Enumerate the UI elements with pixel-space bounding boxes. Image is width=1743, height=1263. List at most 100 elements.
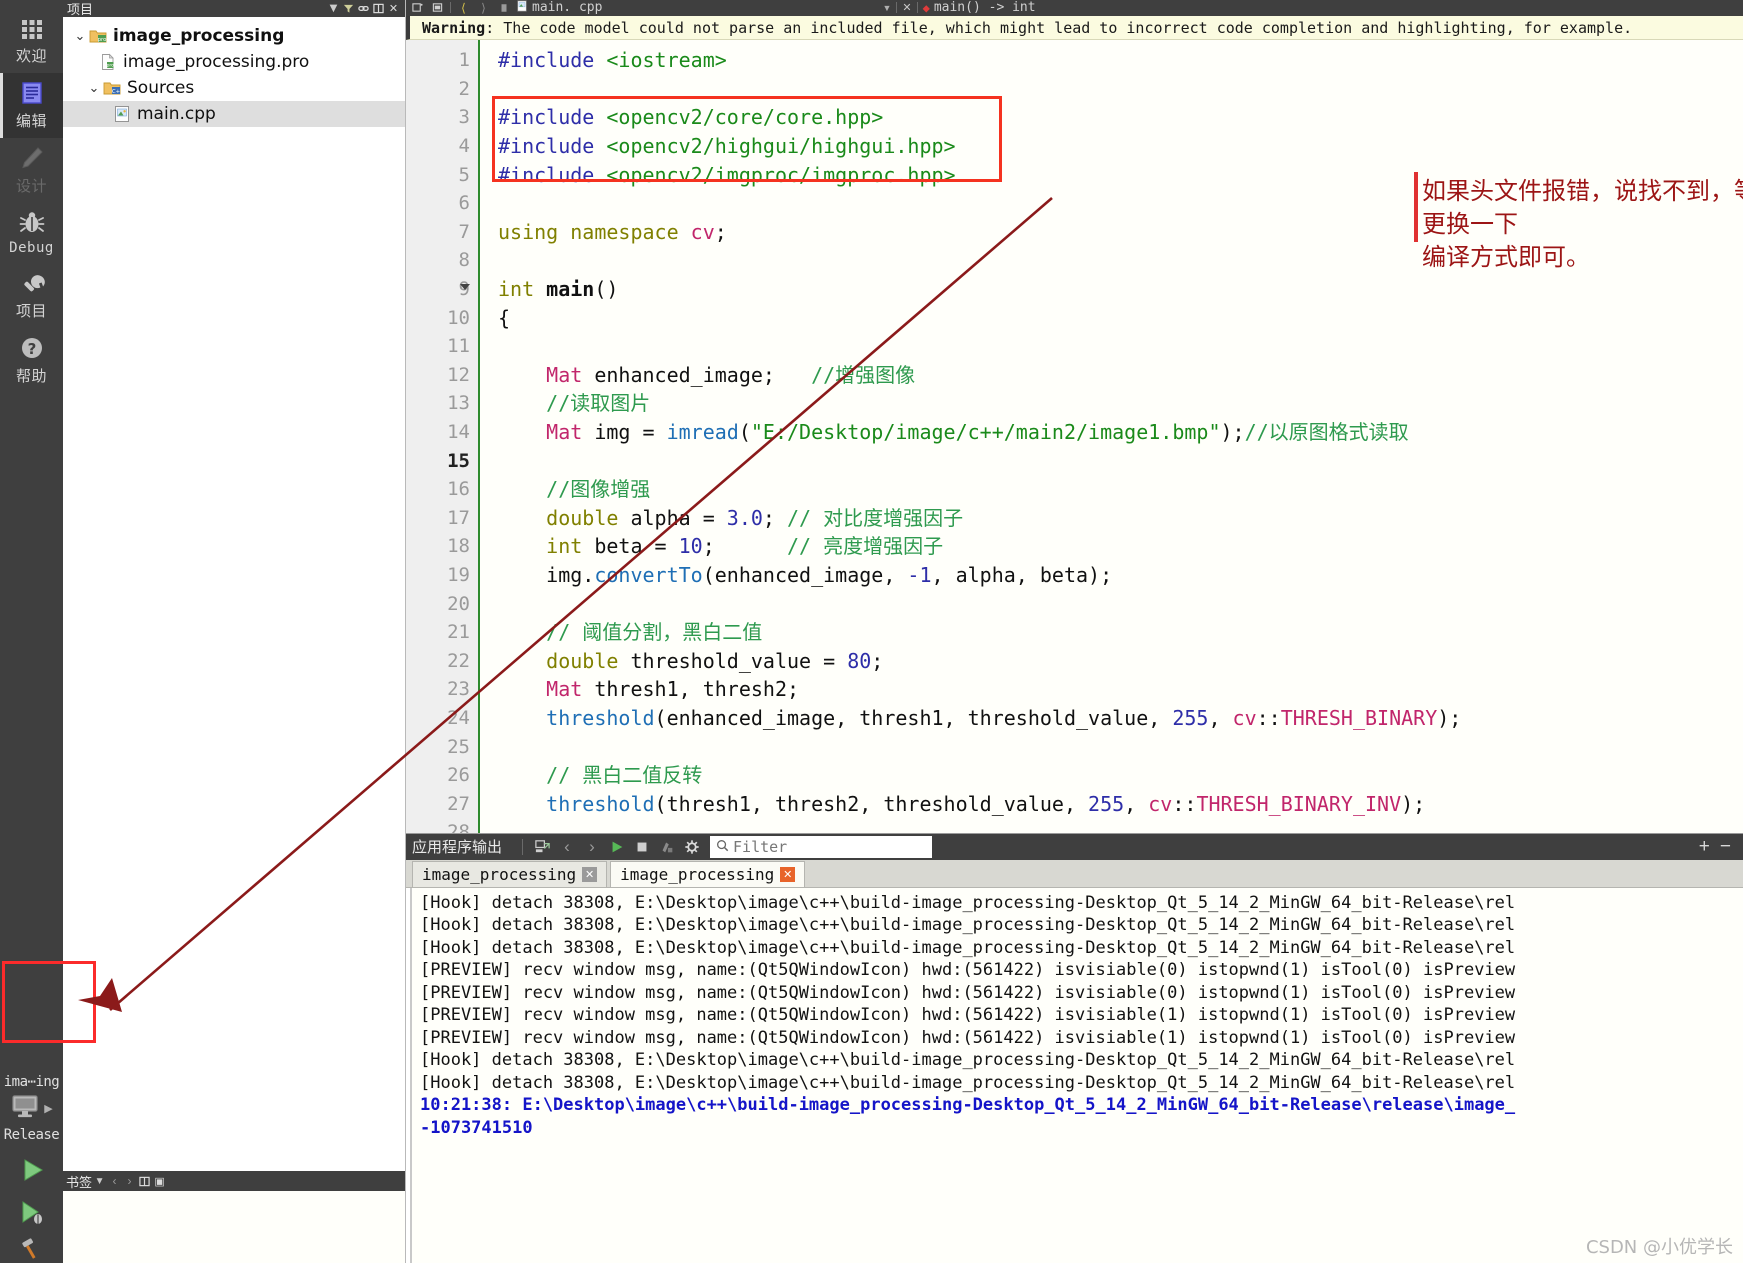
chevron-down-icon[interactable]: ⌄ xyxy=(85,80,103,96)
output-header-separator xyxy=(522,838,524,855)
output-log[interactable]: [Hook] detach 38308, E:\Desktop\image\c+… xyxy=(406,887,1743,1263)
chevron-down-icon[interactable]: ▼ xyxy=(326,2,341,16)
close-icon[interactable]: ✕ xyxy=(582,866,598,882)
filter-input[interactable]: Filter xyxy=(710,835,933,858)
sidebar-item-design[interactable]: 设计 xyxy=(0,138,63,203)
output-log-link[interactable]: 10:21:38: E:\Desktop\image\c++\build-ima… xyxy=(412,1094,1743,1117)
output-tab[interactable]: image_processing ✕ xyxy=(412,860,608,887)
tree-label-sources: Sources xyxy=(127,78,195,98)
sidebar-label-design: 设计 xyxy=(15,177,47,195)
bookmarks-pane-header: 书签 ▼ ‹ › ▣ xyxy=(63,1171,405,1191)
mode-selector-bar: 欢迎 编辑 设计 Debug 项目 ? 帮助 ima⋯ing ▶ Release xyxy=(0,0,96,1263)
zoom-in-button[interactable]: + xyxy=(1699,836,1710,858)
code-token: :: xyxy=(1256,705,1281,730)
back-arrow-icon[interactable]: ⟨ xyxy=(456,1,471,15)
code-token: // 亮度增强因子 xyxy=(787,534,944,559)
bug-icon xyxy=(18,209,46,237)
project-folder-icon: pro xyxy=(89,27,107,45)
cpp-file-icon xyxy=(113,105,131,123)
close-file-icon[interactable]: ✕ xyxy=(902,1,911,14)
forward-arrow-icon[interactable]: ⟩ xyxy=(476,1,491,15)
line-number: 19 xyxy=(447,563,470,586)
toolbar-separator xyxy=(450,2,451,14)
chevron-down-icon[interactable]: ▼ xyxy=(882,3,891,13)
code-line: using namespace cv; xyxy=(498,218,1743,247)
run-icon[interactable] xyxy=(606,837,628,857)
code-token: ; xyxy=(702,534,788,559)
toolbar-separator-3 xyxy=(916,2,918,14)
history-icon[interactable] xyxy=(496,1,511,15)
code-token: main xyxy=(546,277,595,302)
link-icon[interactable] xyxy=(356,2,371,16)
split-editor-icon[interactable] xyxy=(410,1,425,15)
code-token: THRESH_BINARY_INV xyxy=(1196,791,1402,816)
search-icon xyxy=(716,838,729,856)
next-icon[interactable]: › xyxy=(581,837,603,857)
clean-icon[interactable] xyxy=(656,837,678,857)
attach-debugger-icon[interactable] xyxy=(531,837,553,857)
output-tab[interactable]: image_processing ✕ xyxy=(610,860,806,887)
line-number: 23 xyxy=(447,678,470,701)
line-number: 14 xyxy=(447,421,470,444)
output-tab-label: image_processing xyxy=(620,864,775,884)
zoom-out-button[interactable]: − xyxy=(1720,836,1731,858)
gear-icon[interactable] xyxy=(681,837,703,857)
line-number: 10 xyxy=(447,306,470,329)
document-icon xyxy=(18,79,46,107)
start-debugging-button[interactable] xyxy=(0,1191,63,1233)
project-pane-header: 项目 ▼ ✕ xyxy=(63,0,405,17)
code-line: threshold(thresh1, thresh2, threshold_va… xyxy=(498,790,1743,819)
watermark: CSDN @小优学长 xyxy=(1585,1237,1733,1258)
run-button[interactable] xyxy=(0,1149,63,1191)
tree-item-project[interactable]: ⌄ pro image_processing xyxy=(63,23,405,49)
output-tab-bar: image_processing ✕ image_processing ✕ xyxy=(406,859,1743,888)
tree-item-main-cpp[interactable]: main.cpp xyxy=(63,101,405,127)
split-pane-icon[interactable] xyxy=(371,2,386,16)
code-line: int beta = 10; // 亮度增强因子 xyxy=(498,532,1743,561)
open-file-indicator[interactable]: main. cpp xyxy=(516,0,602,16)
code-token: //以原图格式读取 xyxy=(1244,420,1409,445)
stop-icon[interactable] xyxy=(631,837,653,857)
output-log-link[interactable]: -1073741510 xyxy=(412,1117,1743,1140)
code-text-area[interactable]: #include <iostream> #include <opencv2/co… xyxy=(480,40,1743,833)
sidebar-item-debug[interactable]: Debug xyxy=(0,203,63,263)
code-line: threshold(enhanced_image, thresh1, thres… xyxy=(498,704,1743,733)
prev-bookmark-icon[interactable]: ‹ xyxy=(107,1174,122,1188)
code-line: // 黑白二值反转 xyxy=(498,761,1743,790)
close-split-icon[interactable] xyxy=(430,1,445,15)
code-editor[interactable]: 1 2 3 4 5 6 7 8 9 10 11 12 13 14 15 16 17 18 19 20 21 22 23 24 2… xyxy=(406,40,1743,833)
sidebar-item-help[interactable]: ? 帮助 xyxy=(0,328,63,393)
symbol-selector[interactable]: ◆ main() -> int xyxy=(923,0,1036,15)
code-line: #include <iostream> xyxy=(498,46,1743,75)
editor-toolbar: ⟨ ⟩ main. cpp ▼ ✕ ◆ main() -> int xyxy=(406,0,1743,16)
next-bookmark-icon[interactable]: › xyxy=(122,1174,137,1188)
code-token: cv xyxy=(1232,705,1257,730)
close-icon[interactable]: ▣ xyxy=(152,1174,167,1188)
chevron-down-icon[interactable]: ⌄ xyxy=(71,28,89,44)
code-token: <opencv2/imgproc/imgproc.hpp> xyxy=(606,162,956,187)
kit-selector[interactable]: ima⋯ing ▶ Release xyxy=(0,1070,63,1149)
fold-triangle-icon[interactable] xyxy=(460,284,470,291)
build-button[interactable] xyxy=(0,1233,63,1263)
split-pane-icon[interactable] xyxy=(137,1174,152,1188)
sidebar-item-welcome[interactable]: 欢迎 xyxy=(0,0,63,73)
code-token: { xyxy=(498,305,511,330)
code-token: alpha = xyxy=(618,505,727,530)
tree-item-sources[interactable]: ⌄ C+ Sources xyxy=(63,75,405,101)
open-file-name: main. cpp xyxy=(532,0,603,16)
code-token: Mat xyxy=(546,362,583,387)
sidebar-item-edit[interactable]: 编辑 xyxy=(0,73,63,138)
filter-icon[interactable] xyxy=(341,2,356,16)
close-icon[interactable]: ✕ xyxy=(386,2,401,16)
tree-item-pro-file[interactable]: pro image_processing.pro xyxy=(63,49,405,75)
close-icon[interactable]: ✕ xyxy=(780,866,796,882)
bookmarks-title: 书签 xyxy=(66,1174,93,1190)
toolbar-separator-2 xyxy=(896,2,898,14)
sidebar-item-projects[interactable]: 项目 xyxy=(0,263,63,328)
project-pane: 项目 ▼ ✕ ⌄ pro image_processing pro image_… xyxy=(63,0,406,1263)
prev-icon[interactable]: ‹ xyxy=(556,837,578,857)
chevron-down-icon[interactable]: ▼ xyxy=(92,1174,107,1188)
